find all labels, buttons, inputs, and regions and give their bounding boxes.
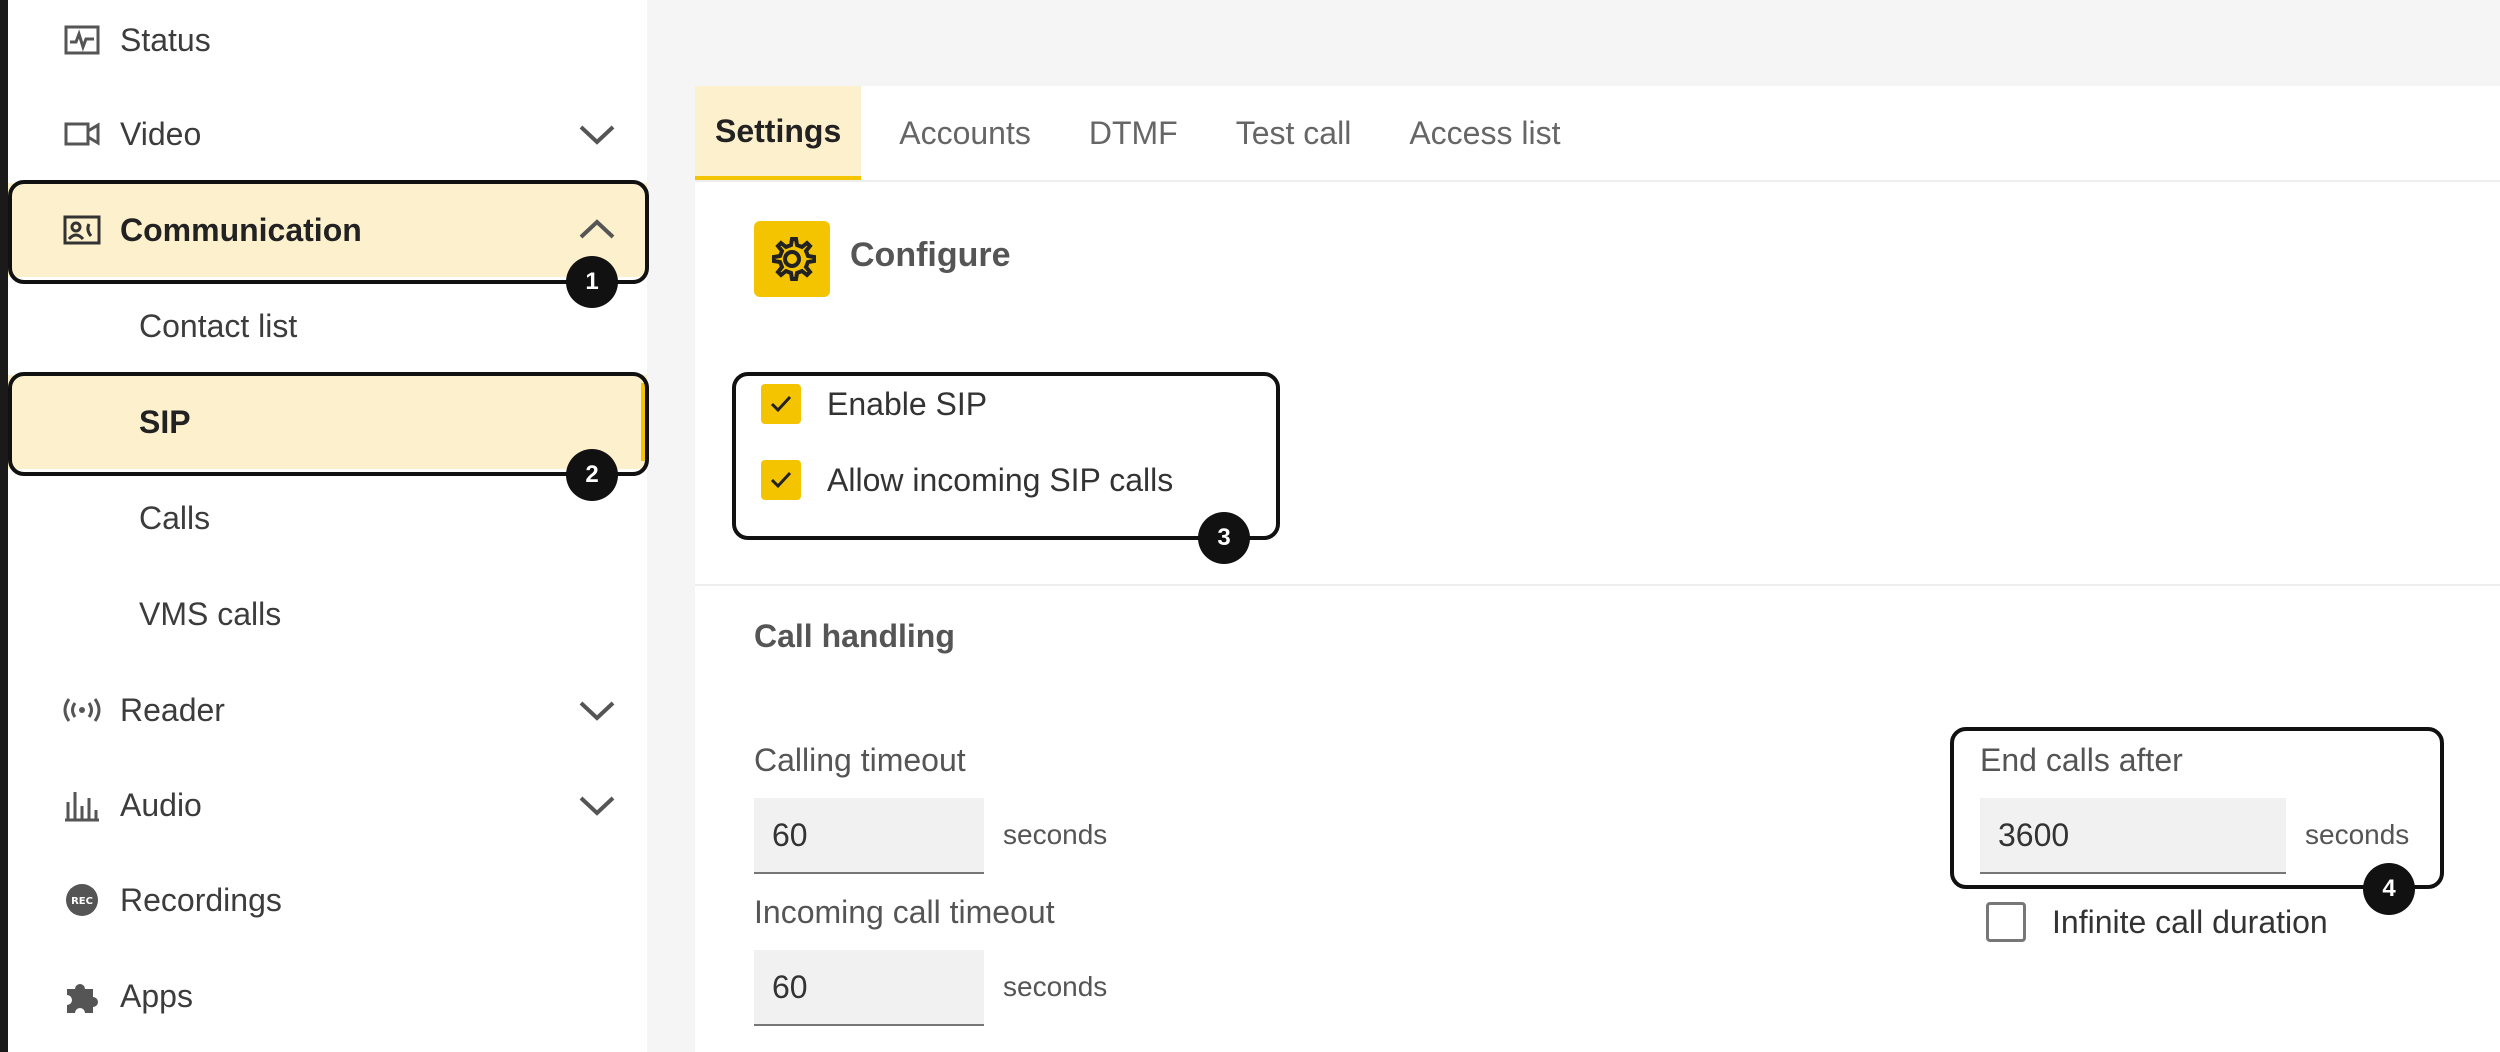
- contact-card-icon: [62, 210, 102, 250]
- sidebar-subitem-calls[interactable]: Calls: [8, 471, 647, 565]
- tab-access-list[interactable]: Access list: [1389, 86, 1580, 180]
- tab-settings[interactable]: Settings: [695, 86, 862, 180]
- enable-sip-label: Enable SIP: [827, 385, 988, 422]
- rec-icon: REC: [62, 880, 102, 920]
- sidebar-item-label: Reader: [120, 691, 225, 728]
- sidebar-item-reader[interactable]: Reader: [8, 663, 647, 757]
- infinite-call-duration-row[interactable]: Infinite call duration: [1986, 898, 2328, 946]
- sidebar-item-apps[interactable]: Apps: [8, 949, 647, 1043]
- callout-badge: 1: [566, 256, 618, 308]
- video-camera-icon: [62, 114, 102, 154]
- callout-badge: 4: [2363, 863, 2415, 915]
- enable-sip-checkbox[interactable]: [761, 384, 801, 424]
- sidebar-subitem-label: Calls: [139, 499, 211, 536]
- end-calls-after-label: End calls after: [1980, 742, 2183, 778]
- infinite-call-duration-label: Infinite call duration: [2052, 903, 2328, 940]
- callout-badge: 2: [566, 449, 618, 501]
- svg-text:REC: REC: [71, 896, 93, 907]
- sidebar-item-label: Audio: [120, 786, 202, 823]
- configure-title: Configure: [850, 236, 1011, 274]
- sidebar-item-label: Apps: [120, 977, 193, 1014]
- incoming-call-timeout-input[interactable]: 60: [754, 950, 984, 1026]
- radio-signal-icon: [62, 690, 102, 730]
- checkmark-icon: [770, 471, 792, 489]
- call-handling-title: Call handling: [754, 618, 955, 654]
- allow-incoming-checkbox-row[interactable]: Allow incoming SIP calls: [761, 456, 1173, 504]
- audio-levels-icon: [62, 785, 102, 825]
- checkmark-icon: [770, 395, 792, 413]
- sidebar-subitem-label: VMS calls: [139, 595, 282, 632]
- tab-dtmf[interactable]: DTMF: [1069, 86, 1198, 180]
- sidebar-item-label: Status: [120, 21, 211, 58]
- gear-icon: [754, 221, 830, 297]
- sidebar-subitem-sip[interactable]: SIP: [8, 375, 647, 469]
- callout-badge: 3: [1198, 512, 1250, 564]
- sidebar-item-label: Communication: [120, 211, 362, 248]
- calling-timeout-label: Calling timeout: [754, 742, 966, 778]
- tab-test-call[interactable]: Test call: [1216, 86, 1372, 180]
- sidebar-item-video[interactable]: Video: [8, 87, 647, 181]
- sidebar-subitem-label: SIP: [139, 403, 191, 440]
- sidebar-subitem-contact-list[interactable]: Contact list: [8, 279, 647, 373]
- sidebar-item-label: Video: [120, 115, 202, 152]
- sidebar-subitem-vms-calls[interactable]: VMS calls: [8, 567, 647, 661]
- chevron-down-icon[interactable]: [577, 785, 617, 825]
- window-edge: [0, 0, 8, 1052]
- status-icon: [62, 20, 102, 60]
- chevron-up-icon[interactable]: [577, 210, 617, 250]
- settings-panel: Settings Accounts DTMF Test call Access …: [695, 86, 2500, 1052]
- enable-sip-checkbox-row[interactable]: Enable SIP: [761, 380, 987, 428]
- calling-timeout-unit: seconds: [1003, 819, 1108, 850]
- section-divider: [695, 584, 2500, 586]
- end-calls-after-unit: seconds: [2305, 819, 2410, 850]
- puzzle-icon: [62, 976, 102, 1016]
- end-calls-after-input[interactable]: 3600: [1980, 798, 2286, 874]
- calling-timeout-input[interactable]: 60: [754, 798, 984, 874]
- sidebar-item-communication[interactable]: Communication: [8, 183, 647, 277]
- chevron-down-icon[interactable]: [577, 114, 617, 154]
- sidebar-item-audio[interactable]: Audio: [8, 758, 647, 852]
- chevron-down-icon[interactable]: [577, 690, 617, 730]
- infinite-call-duration-checkbox[interactable]: [1986, 902, 2026, 942]
- sidebar-subitem-label: Contact list: [139, 307, 298, 344]
- allow-incoming-checkbox[interactable]: [761, 460, 801, 500]
- sidebar-item-recordings[interactable]: REC Recordings: [8, 853, 647, 947]
- tab-accounts[interactable]: Accounts: [879, 86, 1051, 180]
- sidebar-item-label: Recordings: [120, 881, 282, 918]
- allow-incoming-label: Allow incoming SIP calls: [827, 461, 1174, 498]
- sidebar: Status Video Communication Contact list …: [8, 0, 647, 1052]
- sidebar-item-status[interactable]: Status: [8, 0, 647, 87]
- main-header-area: [647, 0, 2500, 86]
- tab-bar: Settings Accounts DTMF Test call Access …: [695, 86, 2500, 182]
- incoming-call-timeout-unit: seconds: [1003, 971, 1108, 1002]
- incoming-call-timeout-label: Incoming call timeout: [754, 894, 1055, 930]
